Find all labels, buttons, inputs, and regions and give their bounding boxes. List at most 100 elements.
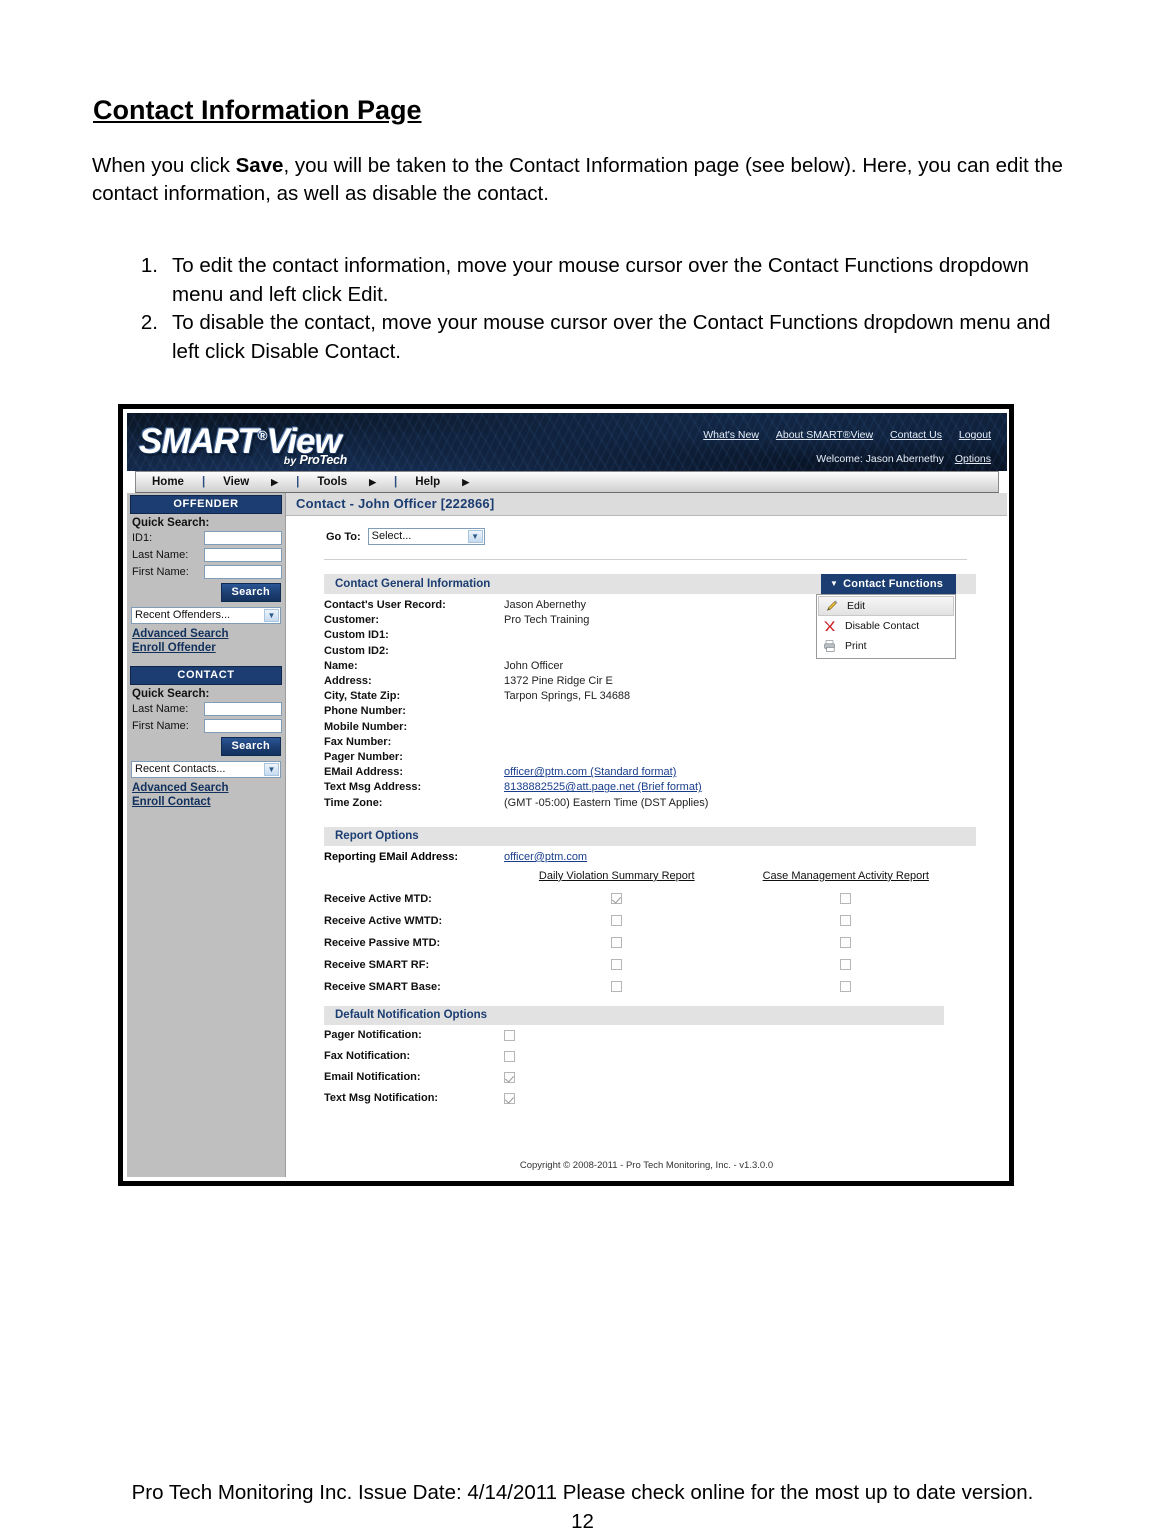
menu-item-view-label: View	[223, 476, 250, 488]
row-daily-cell	[506, 932, 728, 954]
about-smartview-link[interactable]: About SMART®View	[776, 429, 873, 441]
checkbox-active-mtd-daily[interactable]	[611, 893, 623, 905]
field-label: Pager Number:	[324, 751, 403, 764]
list-item: 2. To disable the contact, move your mou…	[92, 309, 1082, 366]
list-item: 1. To edit the contact information, move…	[92, 252, 1082, 309]
left-sidebar: OFFENDER Quick Search: ID1: Last Name: F…	[127, 493, 286, 1177]
chevron-down-icon: ▼	[467, 530, 483, 543]
list-item-text: To edit the contact information, move yo…	[172, 254, 1029, 306]
offender-id1-input[interactable]	[204, 531, 282, 545]
field-row: Pager Number:	[324, 750, 1007, 765]
offender-lastname-input[interactable]	[204, 548, 282, 562]
menu-item-home[interactable]: Home	[136, 473, 200, 491]
field-row: City, State Zip: Tarpon Springs, FL 34688	[324, 689, 1007, 704]
checkbox-smart-base-case[interactable]	[840, 981, 852, 993]
contact-search-button[interactable]: Search	[220, 737, 281, 756]
embedded-screenshot: SMART®View by ProTech What's New About S…	[118, 404, 1014, 1186]
document-footer: Pro Tech Monitoring Inc. Issue Date: 4/1…	[0, 1478, 1165, 1536]
contact-lastname-row: Last Name:	[130, 702, 282, 716]
field-value: 1372 Pine Ridge Cir E	[504, 675, 613, 688]
logout-link[interactable]: Logout	[959, 429, 991, 441]
table-row: Receive SMART Base:	[324, 976, 964, 998]
row-daily-cell	[506, 976, 728, 998]
offender-id1-label: ID1:	[132, 532, 153, 544]
column-header-case-management-activity-report[interactable]: Case Management Activity Report	[728, 869, 964, 888]
field-row: Time Zone: (GMT -05:00) Eastern Time (DST…	[324, 796, 1007, 811]
table-row: Receive Active WMTD:	[324, 910, 964, 932]
whats-new-link[interactable]: What's New	[703, 429, 759, 441]
checkbox-fax-notification[interactable]	[504, 1050, 515, 1062]
field-label: Address:	[324, 675, 372, 688]
offender-lastname-row: Last Name:	[130, 548, 282, 562]
row-label: Receive Passive MTD:	[324, 936, 441, 949]
row-case-cell	[728, 954, 964, 976]
field-value: John Officer	[504, 659, 564, 672]
report-options-table: Daily Violation Summary Report Case Mana…	[324, 869, 964, 998]
offender-firstname-label: First Name:	[132, 566, 189, 578]
printer-icon	[821, 639, 839, 653]
reporting-email-link[interactable]: officer@ptm.com	[504, 851, 587, 863]
menu-item-print[interactable]: Print	[817, 636, 955, 656]
checkbox-passive-mtd-case[interactable]	[840, 937, 852, 949]
pencil-icon	[823, 599, 841, 613]
text-msg-address-link[interactable]: 8138882525@att.page.net (Brief format)	[504, 781, 702, 793]
menu-item-edit[interactable]: Edit	[818, 596, 954, 616]
checkbox-smart-rf-case[interactable]	[840, 959, 852, 971]
menu-item-disable-contact[interactable]: Disable Contact	[817, 616, 955, 636]
recent-contacts-select[interactable]: Recent Contacts... ▼	[131, 761, 281, 778]
menu-item-view[interactable]: View ▶	[207, 473, 294, 491]
row-case-cell	[728, 932, 964, 954]
field-value: Jason Abernethy	[504, 599, 586, 611]
recent-contacts-value: Recent Contacts...	[135, 763, 226, 775]
checkbox-smart-base-daily[interactable]	[611, 981, 623, 993]
checkbox-pager-notification[interactable]	[504, 1029, 515, 1041]
menu-item-tools[interactable]: Tools ▶	[301, 473, 392, 491]
checkbox-smart-rf-daily[interactable]	[611, 959, 623, 971]
menu-divider: |	[296, 476, 300, 488]
contact-lastname-label: Last Name:	[132, 703, 189, 715]
field-label: Text Msg Address:	[324, 781, 422, 794]
reporting-email-row: Reporting EMail Address: officer@ptm.com	[324, 851, 1007, 863]
enroll-offender-link[interactable]: Enroll Offender	[130, 641, 282, 655]
offender-firstname-input[interactable]	[204, 565, 282, 579]
column-header-daily-violation-summary-report[interactable]: Daily Violation Summary Report	[506, 869, 728, 888]
contact-firstname-input[interactable]	[204, 719, 282, 733]
checkbox-text-msg-notification[interactable]	[504, 1092, 515, 1104]
row-daily-cell	[506, 888, 728, 910]
checkbox-email-notification[interactable]	[504, 1071, 515, 1083]
contact-us-link[interactable]: Contact Us	[890, 429, 942, 441]
offender-firstname-row: First Name:	[130, 565, 282, 579]
row-daily-cell	[506, 954, 728, 976]
checkbox-active-wmtd-case[interactable]	[840, 915, 852, 927]
intro-text-pre: When you click	[92, 154, 236, 177]
menu-item-help[interactable]: Help ▶	[399, 473, 485, 491]
row-label: Receive Active WMTD:	[324, 914, 443, 927]
row-case-cell	[728, 888, 964, 910]
checkbox-active-wmtd-daily[interactable]	[611, 915, 623, 927]
offender-advanced-search-link[interactable]: Advanced Search	[130, 627, 282, 641]
app-copyright: Copyright © 2008-2011 - Pro Tech Monitor…	[519, 1160, 774, 1171]
contact-lastname-input[interactable]	[204, 702, 282, 716]
row-case-cell	[728, 910, 964, 932]
reporting-email-label: Reporting EMail Address:	[324, 850, 459, 863]
sidebar-section-contact: CONTACT	[130, 666, 282, 685]
menu-item-help-label: Help	[415, 476, 441, 488]
email-notification-label: Email Notification:	[324, 1071, 421, 1084]
checkbox-passive-mtd-daily[interactable]	[611, 937, 623, 949]
offender-quick-search-label: Quick Search:	[132, 517, 210, 529]
goto-select[interactable]: Select... ▼	[367, 528, 485, 545]
email-address-link[interactable]: officer@ptm.com (Standard format)	[504, 766, 676, 778]
field-label: Name:	[324, 659, 358, 672]
recent-offenders-select[interactable]: Recent Offenders... ▼	[131, 607, 281, 624]
intro-paragraph: When you click Save, you will be taken t…	[92, 152, 1067, 208]
checkbox-active-mtd-case[interactable]	[840, 893, 852, 905]
contact-advanced-search-link[interactable]: Advanced Search	[130, 781, 282, 795]
text-msg-notification-label: Text Msg Notification:	[324, 1092, 439, 1105]
offender-search-button[interactable]: Search	[220, 583, 281, 602]
options-link[interactable]: Options	[955, 453, 991, 465]
enroll-contact-link[interactable]: Enroll Contact	[130, 795, 282, 809]
notification-row: Fax Notification:	[324, 1046, 1007, 1067]
goto-select-value: Select...	[371, 530, 412, 542]
contact-functions-button[interactable]: ▼ Contact Functions	[821, 574, 956, 594]
notification-row: Text Msg Notification:	[324, 1088, 1007, 1109]
